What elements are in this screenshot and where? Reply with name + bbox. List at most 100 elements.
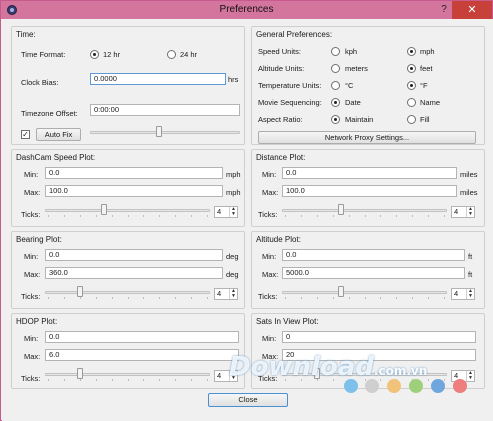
- slider-tick: [380, 297, 381, 299]
- slider-tick: [301, 297, 302, 299]
- spin-arrows-icon[interactable]: ▲ ▼: [466, 207, 474, 217]
- movie-name-radio[interactable]: [407, 98, 416, 107]
- slider-tick: [175, 379, 176, 381]
- distance-ticks-slider[interactable]: [282, 204, 447, 217]
- dashcam-ticks-spinbox[interactable]: 4 ▲ ▼: [214, 206, 238, 218]
- sats-plot-title: Sats In View Plot:: [256, 317, 319, 326]
- distance-max-input[interactable]: 100.0: [282, 185, 457, 197]
- speed-mph-radio[interactable]: [407, 47, 416, 56]
- slider-tick: [444, 297, 445, 299]
- temperature-fahrenheit-radio[interactable]: [407, 81, 416, 90]
- temperature-celsius-radio[interactable]: [331, 81, 340, 90]
- distance-min-label: Min:: [262, 170, 277, 179]
- slider-tick: [143, 379, 144, 381]
- bearing-ticks-spinbox[interactable]: 4 ▲ ▼: [214, 288, 238, 300]
- speed-kph-radio[interactable]: [331, 47, 340, 56]
- slider-tick: [412, 215, 413, 217]
- slider-thumb[interactable]: [77, 368, 83, 379]
- altitude-feet-radio[interactable]: [407, 64, 416, 73]
- watermark-dot: [453, 379, 467, 393]
- window-title: Preferences: [219, 4, 274, 15]
- slider-thumb[interactable]: [101, 204, 107, 215]
- dashcam-max-input[interactable]: 100.0: [45, 185, 223, 197]
- clock-bias-input[interactable]: 0.0000: [90, 73, 226, 85]
- slider-tick: [128, 297, 129, 299]
- sats-min-label: Min:: [262, 334, 277, 343]
- altitude-max-label: Max:: [262, 270, 279, 279]
- hdop-ticks-slider[interactable]: [45, 368, 210, 381]
- hdop-plot-title: HDOP Plot:: [16, 317, 58, 326]
- general-group-title: General Preferences:: [256, 30, 333, 39]
- altitude-units-label: Altitude Units:: [258, 64, 305, 73]
- distance-min-unit: miles: [460, 170, 478, 179]
- hdop-max-input[interactable]: 6.0: [45, 349, 239, 361]
- dashcam-ticks-value: 4: [217, 207, 222, 216]
- slider-tick: [191, 297, 192, 299]
- bearing-max-input[interactable]: 360.0: [45, 267, 223, 279]
- altitude-max-input[interactable]: 5000.0: [282, 267, 465, 279]
- watermark-dot: [365, 379, 379, 393]
- altitude-ticks-spinbox[interactable]: 4 ▲ ▼: [451, 288, 475, 300]
- slider-tick: [349, 215, 350, 217]
- movie-date-radio[interactable]: [331, 98, 340, 107]
- temperature-units-label: Temperature Units:: [258, 81, 322, 90]
- timezone-slider[interactable]: [90, 126, 240, 137]
- close-button[interactable]: Close: [208, 393, 288, 407]
- slider-tick: [396, 215, 397, 217]
- distance-min-input[interactable]: 0.0: [282, 167, 457, 179]
- slider-thumb[interactable]: [338, 286, 344, 297]
- distance-ticks-spinbox[interactable]: 4 ▲ ▼: [451, 206, 475, 218]
- aspect-maintain-radio[interactable]: [331, 115, 340, 124]
- altitude-plot-title: Altitude Plot:: [256, 235, 301, 244]
- hdop-min-input[interactable]: 0.0: [45, 331, 239, 343]
- slider-thumb[interactable]: [156, 126, 162, 137]
- altitude-min-unit: ft: [468, 252, 473, 261]
- timezone-offset-input[interactable]: 0:00:00: [90, 104, 240, 116]
- help-button[interactable]: ?: [437, 3, 451, 17]
- dashcam-ticks-slider[interactable]: [45, 204, 210, 217]
- auto-fix-checkbox[interactable]: ✓: [21, 130, 30, 139]
- slider-thumb[interactable]: [338, 204, 344, 215]
- close-window-button[interactable]: ✕: [452, 1, 492, 19]
- aspect-fill-radio[interactable]: [407, 115, 416, 124]
- title-bar[interactable]: Preferences ? ✕: [1, 1, 492, 19]
- hdop-max-label: Max:: [24, 352, 41, 361]
- slider-tick: [380, 215, 381, 217]
- altitude-meters-radio[interactable]: [331, 64, 340, 73]
- altitude-min-input[interactable]: 0.0: [282, 249, 465, 261]
- time-format-12hr-radio[interactable]: [90, 50, 99, 59]
- slider-tick: [96, 297, 97, 299]
- watermark-dot: [431, 379, 445, 393]
- network-proxy-settings-button[interactable]: Network Proxy Settings...: [258, 131, 476, 144]
- time-format-24hr-label: 24 hr: [180, 50, 198, 59]
- slider-track: [90, 131, 240, 134]
- slider-thumb[interactable]: [77, 286, 83, 297]
- slider-tick: [128, 215, 129, 217]
- slider-tick: [48, 379, 49, 381]
- spin-arrows-icon[interactable]: ▲ ▼: [229, 207, 237, 217]
- slider-tick: [64, 215, 65, 217]
- time-format-24hr-radio[interactable]: [167, 50, 176, 59]
- distance-max-label: Max:: [262, 188, 279, 197]
- auto-fix-button[interactable]: Auto Fix: [36, 128, 81, 141]
- slider-tick: [317, 297, 318, 299]
- sats-min-input[interactable]: 0: [282, 331, 476, 343]
- altitude-feet-label: feet: [420, 64, 433, 73]
- slider-tick: [317, 215, 318, 217]
- dashcam-min-input[interactable]: 0.0: [45, 167, 223, 179]
- distance-ticks-value: 4: [454, 207, 459, 216]
- bearing-plot-group: Bearing Plot: Min: 0.0 deg Max: 360.0 de…: [11, 231, 245, 309]
- slider-tick: [48, 297, 49, 299]
- watermark-text: Download: [229, 352, 374, 382]
- spin-arrows-icon[interactable]: ▲ ▼: [466, 289, 474, 299]
- bearing-min-label: Min:: [24, 252, 39, 261]
- slider-tick: [285, 215, 286, 217]
- slider-tick: [159, 379, 160, 381]
- spin-arrows-icon[interactable]: ▲ ▼: [229, 289, 237, 299]
- slider-tick: [444, 215, 445, 217]
- bearing-ticks-slider[interactable]: [45, 286, 210, 299]
- slider-tick: [428, 215, 429, 217]
- bearing-min-input[interactable]: 0.0: [45, 249, 223, 261]
- altitude-ticks-slider[interactable]: [282, 286, 447, 299]
- slider-tick: [207, 297, 208, 299]
